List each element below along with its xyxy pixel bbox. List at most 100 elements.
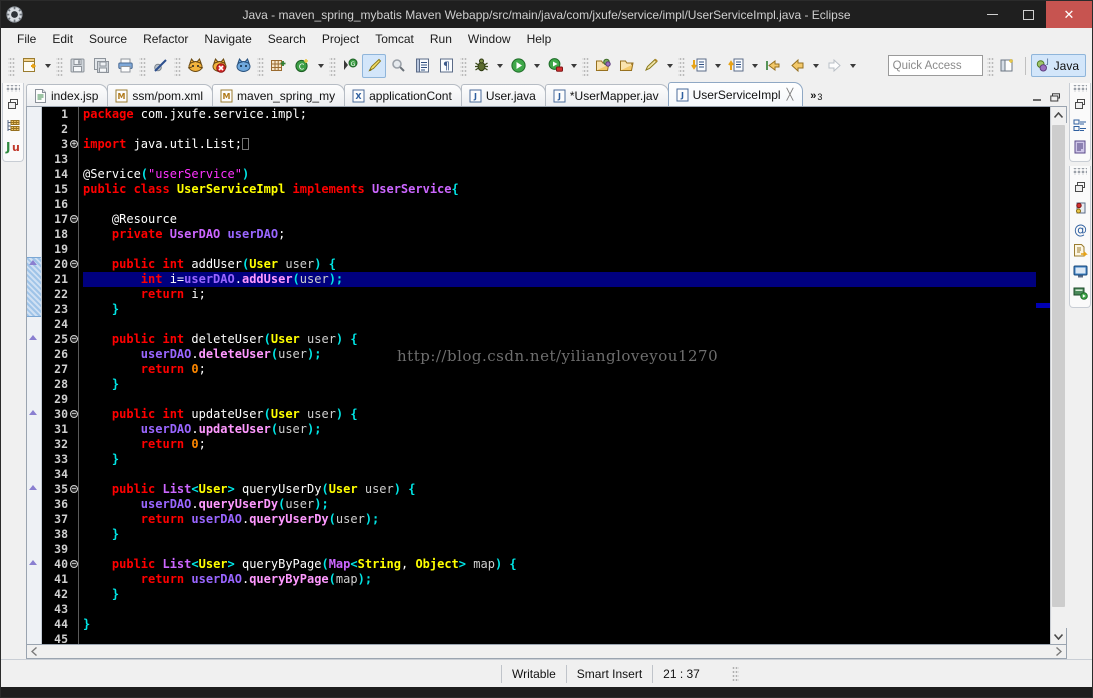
maximize-button[interactable]: [1010, 1, 1046, 28]
code-line[interactable]: public int updateUser(User user) {: [83, 407, 1036, 422]
editor-tab-index-jsp[interactable]: index.jsp: [26, 84, 109, 106]
junit-icon[interactable]: J u: [3, 136, 23, 157]
menu-refactor[interactable]: Refactor: [135, 29, 196, 49]
new-wizard-icon[interactable]: [17, 54, 41, 78]
toolbar-grip[interactable]: [8, 55, 15, 76]
package-explorer-icon[interactable]: [3, 115, 23, 136]
code-line[interactable]: }: [83, 452, 1036, 467]
vertical-scroll-track[interactable]: [1050, 123, 1067, 628]
declaration-icon[interactable]: [1070, 240, 1090, 261]
restore-icon[interactable]: [3, 94, 23, 115]
editor-tab-ssm-pom-xml[interactable]: M ssm/pom.xml: [107, 84, 214, 106]
back-dropdown-arrow[interactable]: [809, 54, 822, 78]
code-line[interactable]: public int addUser(User user) {: [83, 257, 1036, 272]
code-line[interactable]: [83, 392, 1036, 407]
menu-run[interactable]: Run: [422, 29, 460, 49]
search-icon[interactable]: [386, 54, 410, 78]
toolbar-grip-6[interactable]: [329, 55, 336, 76]
code-line[interactable]: return userDAO.queryUserDy(user);: [83, 512, 1036, 527]
toolbar-grip-5[interactable]: [257, 55, 264, 76]
code-line[interactable]: }: [83, 587, 1036, 602]
forward-dropdown-arrow[interactable]: [846, 54, 859, 78]
last-edit-location-icon[interactable]: [761, 54, 785, 78]
editor-tab-user-java[interactable]: J User.java: [460, 84, 546, 106]
scroll-right-button[interactable]: [1051, 646, 1066, 658]
servers-icon[interactable]: [1070, 282, 1090, 303]
code-line[interactable]: @Resource: [83, 212, 1036, 227]
fold-triangle-35[interactable]: [29, 485, 37, 490]
code-line[interactable]: [83, 122, 1036, 137]
tomcat-restart-icon[interactable]: [231, 54, 255, 78]
tomcat-start-icon[interactable]: [183, 54, 207, 78]
menu-window[interactable]: Window: [460, 29, 519, 49]
open-task-folder-icon[interactable]: [615, 54, 639, 78]
code-line[interactable]: [83, 242, 1036, 257]
code-line[interactable]: userDAO.queryUserDy(user);: [83, 497, 1036, 512]
next-annotation-dropdown-arrow[interactable]: [711, 54, 724, 78]
code-line[interactable]: private UserDAO userDAO;: [83, 227, 1036, 242]
annotation-ruler[interactable]: [27, 107, 42, 644]
run-icon[interactable]: [506, 54, 530, 78]
code-line[interactable]: [83, 317, 1036, 332]
run-dropdown-arrow[interactable]: [530, 54, 543, 78]
fold-expand-icon[interactable]: +: [70, 140, 78, 148]
restore-icon[interactable]: [1070, 94, 1090, 115]
vertical-scroll-thumb[interactable]: [1051, 125, 1065, 607]
code-line[interactable]: }: [83, 377, 1036, 392]
left-fastview-grip[interactable]: [6, 85, 20, 92]
externalize-strings-icon[interactable]: G: [338, 54, 362, 78]
toolbar-grip-10[interactable]: [986, 55, 994, 76]
fold-collapse-icon[interactable]: −: [70, 215, 78, 223]
task-list-icon[interactable]: [1070, 136, 1090, 157]
toolbar-grip-3[interactable]: [139, 55, 146, 76]
toolbar-grip-8[interactable]: [582, 55, 589, 76]
editor-tab-applicationcontext[interactable]: X applicationCont: [344, 84, 462, 106]
code-line[interactable]: }: [83, 302, 1036, 317]
code-line[interactable]: return 0;: [83, 437, 1036, 452]
debug-dropdown-arrow[interactable]: [493, 54, 506, 78]
toggle-markoccurrences-icon[interactable]: [362, 53, 386, 78]
save-all-icon[interactable]: [89, 54, 113, 78]
maximize-icon[interactable]: [1050, 93, 1061, 102]
run-external-tools-icon[interactable]: [543, 54, 567, 78]
menu-navigate[interactable]: Navigate: [196, 29, 259, 49]
save-icon[interactable]: [65, 54, 89, 78]
external-tools-dropdown-arrow[interactable]: [567, 54, 580, 78]
fold-collapse-icon[interactable]: −: [70, 410, 78, 418]
code-line[interactable]: public List<User> queryUserDy(User user)…: [83, 482, 1036, 497]
console-icon[interactable]: [1070, 261, 1090, 282]
code-line[interactable]: }: [83, 617, 1036, 632]
fold-triangle-20[interactable]: [29, 260, 37, 265]
skip-breakpoints-icon[interactable]: [148, 54, 172, 78]
previous-annotation-icon[interactable]: [724, 54, 748, 78]
outline-icon[interactable]: [1070, 115, 1090, 136]
fold-collapse-icon[interactable]: −: [70, 335, 78, 343]
editor-tab-usermapper-java[interactable]: J *UserMapper.jav: [544, 84, 669, 106]
toolbar-grip-7[interactable]: [460, 55, 467, 76]
restore-icon[interactable]: [1070, 177, 1090, 198]
horizontal-scroll-track[interactable]: [42, 646, 1051, 658]
at-sign-icon[interactable]: @: [1070, 219, 1090, 240]
back-icon[interactable]: [785, 54, 809, 78]
new-java-class-dropdown-arrow[interactable]: [314, 54, 327, 78]
fold-collapse-icon[interactable]: −: [70, 260, 78, 268]
scroll-down-button[interactable]: [1051, 628, 1067, 644]
new-java-class-icon[interactable]: C: [290, 54, 314, 78]
menu-edit[interactable]: Edit: [44, 29, 81, 49]
code-line[interactable]: public class UserServiceImpl implements …: [83, 182, 1036, 197]
menu-help[interactable]: Help: [519, 29, 560, 49]
breakpoints-icon[interactable]: [1070, 198, 1090, 219]
forward-icon[interactable]: [822, 54, 846, 78]
next-annotation-icon[interactable]: [687, 54, 711, 78]
fold-triangle-40[interactable]: [29, 560, 37, 565]
code-line[interactable]: [83, 467, 1036, 482]
scroll-up-button[interactable]: [1051, 107, 1067, 123]
code-line[interactable]: return userDAO.queryByPage(map);: [83, 572, 1036, 587]
fold-triangle-25[interactable]: [29, 335, 37, 340]
close-icon[interactable]: ╳: [787, 88, 794, 101]
debug-icon[interactable]: [469, 54, 493, 78]
menu-project[interactable]: Project: [314, 29, 367, 49]
quick-access-input[interactable]: Quick Access: [887, 55, 983, 76]
previous-annotation-dropdown-arrow[interactable]: [748, 54, 761, 78]
close-button[interactable]: ✕: [1046, 1, 1092, 28]
